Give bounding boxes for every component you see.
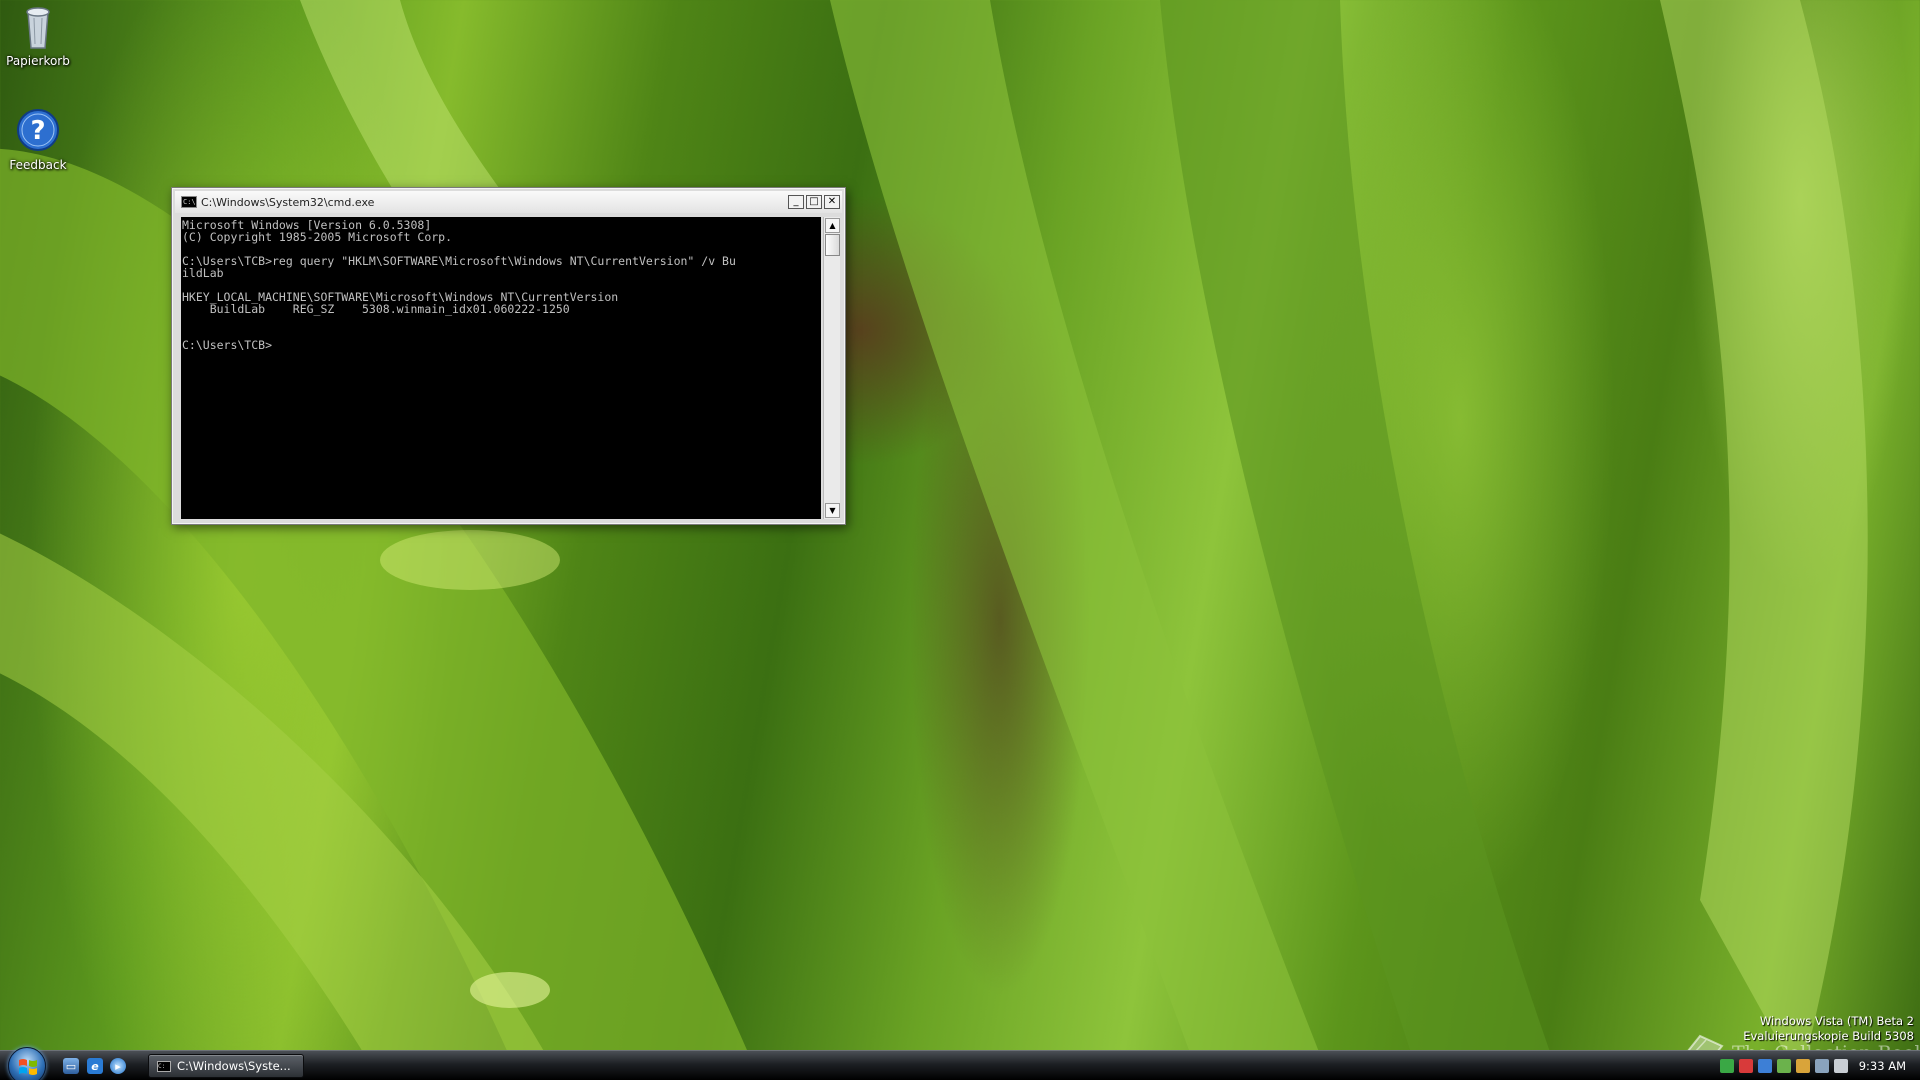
scroll-up-arrow[interactable]: ▲ (825, 218, 840, 233)
console-line: BuildLab REG_SZ 5308.winmain_idx01.06022… (182, 302, 570, 316)
desktop-icon-label: Papierkorb (6, 54, 70, 68)
desktop-icon-recycle-bin[interactable]: Papierkorb (0, 2, 76, 68)
cmd-window-title: C:\Windows\System32\cmd.exe (201, 195, 375, 209)
system-tray: 9:33 AM (1719, 1051, 1920, 1080)
console-app-icon: C:\ (181, 196, 197, 208)
taskbar: ▭ e ▸ C: C:\Windows\Syste... 9:33 AM (0, 1047, 1920, 1080)
console-prompt: C:\Users\TCB> (182, 338, 273, 352)
svg-text:?: ? (30, 116, 45, 146)
recycle-bin-icon (14, 2, 62, 50)
media-player-icon[interactable]: ▸ (110, 1058, 126, 1074)
desktop-wallpaper (0, 0, 1868, 1080)
console-app-icon: C: (157, 1060, 171, 1072)
minimize-button[interactable]: _ (788, 195, 804, 209)
show-desktop-icon[interactable]: ▭ (63, 1058, 79, 1074)
help-feedback-icon: ? (14, 106, 62, 154)
scrollbar-thumb[interactable] (825, 234, 840, 256)
console-line: (C) Copyright 1985-2005 Microsoft Corp. (182, 230, 453, 244)
windows-logo-icon (19, 1059, 37, 1075)
scroll-down-arrow[interactable]: ▼ (825, 503, 840, 518)
taskbar-button-label: C:\Windows\Syste... (177, 1059, 291, 1073)
internet-explorer-icon[interactable]: e (87, 1058, 103, 1074)
console-line: ildLab (182, 266, 224, 280)
network-icon[interactable] (1814, 1059, 1829, 1073)
desktop-icon-label: Feedback (9, 158, 67, 172)
cmd-window[interactable]: C:\ C:\Windows\System32\cmd.exe _ □ ✕ Mi… (171, 187, 846, 525)
update-icon[interactable] (1757, 1059, 1772, 1073)
start-button[interactable] (8, 1047, 46, 1080)
clock[interactable]: 9:33 AM (1859, 1059, 1906, 1073)
console-line: C:\Users\TCB>reg query "HKLM\SOFTWARE\Mi… (182, 254, 736, 268)
defender-icon[interactable] (1776, 1059, 1791, 1073)
close-button[interactable]: ✕ (824, 195, 840, 209)
build-info-line: Windows Vista (TM) Beta 2 (1759, 1014, 1914, 1028)
taskbar-button-cmd[interactable]: C: C:\Windows\Syste... (148, 1054, 304, 1078)
tray-app-icon[interactable] (1795, 1059, 1810, 1073)
volume-icon[interactable] (1833, 1059, 1848, 1073)
maximize-button[interactable]: □ (806, 195, 822, 209)
vertical-scrollbar[interactable]: ▲ ▼ (823, 217, 840, 519)
desktop-icon-feedback[interactable]: ? Feedback (0, 106, 76, 172)
security-shield-icon[interactable] (1738, 1059, 1753, 1073)
cmd-titlebar[interactable]: C:\ C:\Windows\System32\cmd.exe _ □ ✕ (175, 191, 842, 213)
sync-icon[interactable] (1719, 1059, 1734, 1073)
console-output[interactable]: Microsoft Windows [Version 6.0.5308] (C)… (181, 217, 821, 519)
